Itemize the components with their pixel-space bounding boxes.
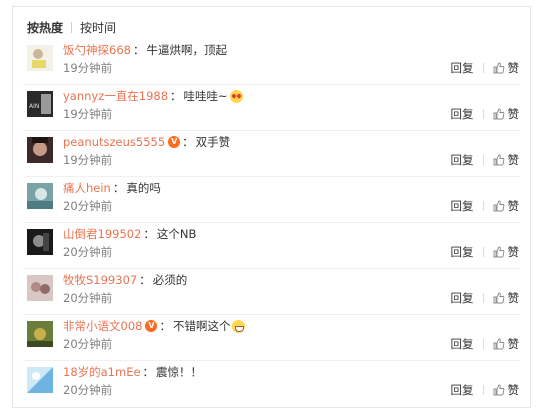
row-divider [23,176,520,177]
svg-text:AIN: AIN [29,103,39,110]
avatar[interactable]: AIN [27,91,53,117]
reply-button[interactable]: 回复 [451,198,474,214]
comment-item: 痛人hein ： 真的吗 20分钟前 回复 赞 [23,178,519,223]
comment-text: 哇哇哇~ [183,89,228,103]
like-button[interactable]: 赞 [493,152,520,168]
comment-time: 19分钟前 [63,61,113,75]
avatar[interactable] [27,275,53,301]
avatar[interactable] [27,367,53,393]
comment-time: 20分钟前 [63,199,113,213]
reply-button[interactable]: 回复 [451,152,474,168]
row-divider [23,84,520,85]
comment-time: 20分钟前 [63,337,113,351]
comment-text: 这个NB [156,227,197,241]
comment-time: 20分钟前 [63,291,113,305]
avatar[interactable] [27,137,53,163]
thumbs-up-icon [493,200,504,212]
comment-actions: 回复 赞 [451,290,520,306]
sort-by-time[interactable]: 按时间 [80,19,116,36]
comment-actions: 回复 赞 [451,244,520,260]
comment-time: 20分钟前 [63,383,113,397]
comment-actions: 回复 赞 [451,60,520,76]
thumbs-up-icon [493,154,504,166]
comment-item: 山倒君199502 ： 这个NB 20分钟前 回复 赞 [23,224,519,269]
comment-item: 非常小语文008 ： 不错啊这个 20分钟前 回复 赞 [23,316,519,361]
thumbs-up-icon [493,62,504,74]
like-button[interactable]: 赞 [493,60,520,76]
comment-actions: 回复 赞 [451,382,520,398]
username-link[interactable]: peanutszeus5555 [63,134,165,150]
thumbs-up-icon [493,246,504,258]
thumbs-up-icon [493,108,504,120]
like-button[interactable]: 赞 [493,198,520,214]
row-divider [23,222,520,223]
comment-text: 震惊！！ [156,365,203,379]
like-button[interactable]: 赞 [493,244,520,260]
comment-text: 不错啊这个 [172,319,231,333]
comment-actions: 回复 赞 [451,198,520,214]
like-button[interactable]: 赞 [493,382,520,398]
comment-text: 双手赞 [195,135,231,149]
thumbs-up-icon [493,384,504,396]
comment-time: 19分钟前 [63,153,113,167]
comment-actions: 回复 赞 [451,152,520,168]
like-label: 赞 [507,61,520,75]
username-link[interactable]: 痛人hein [63,180,111,196]
username-link[interactable]: 非常小语文008 [63,318,142,334]
comment-actions: 回复 赞 [451,336,520,352]
reply-button[interactable]: 回复 [451,382,474,398]
like-label: 赞 [507,245,520,259]
row-divider [23,360,520,361]
like-button[interactable]: 赞 [493,106,520,122]
username-link[interactable]: 饭勺神探668 [63,42,131,58]
like-button[interactable]: 赞 [493,290,520,306]
like-label: 赞 [507,337,520,351]
comment-text: 必须的 [152,273,188,287]
username-link[interactable]: 牧牧S199307 [63,272,137,288]
reply-button[interactable]: 回复 [451,336,474,352]
verified-badge-icon [168,136,181,148]
heart-eyes-emoji-icon [229,89,243,103]
comment-item: 牧牧S199307 ： 必须的 20分钟前 回复 赞 [23,270,519,315]
sort-divider [71,21,73,33]
comment-text: 牛逼烘啊，顶起 [146,43,227,57]
grin-emoji-icon [232,319,246,333]
username-link[interactable]: 18岁的a1mEe [63,364,141,380]
comment-item: peanutszeus5555 ： 双手赞 19分钟前 回复 赞 [23,132,519,177]
like-label: 赞 [507,153,520,167]
row-divider [23,314,520,315]
reply-button[interactable]: 回复 [451,60,474,76]
avatar[interactable] [27,45,53,71]
like-label: 赞 [507,107,520,121]
row-divider [23,130,520,131]
verified-badge-icon [145,320,158,332]
username-link[interactable]: yannyz一直在1988 [63,88,168,104]
comment-panel: 按热度 按时间 饭勺神探668 ： 牛逼烘啊，顶起 19分钟前 回复 赞 AIN… [12,6,531,408]
avatar[interactable] [27,321,53,347]
comment-item: 饭勺神探668 ： 牛逼烘啊，顶起 19分钟前 回复 赞 [23,40,519,85]
thumbs-up-icon [493,338,504,350]
like-label: 赞 [507,199,520,213]
comment-item: AIN yannyz一直在1988 ： 哇哇哇~ 19分钟前 回复 赞 [27,88,520,122]
reply-button[interactable]: 回复 [451,106,474,122]
sort-bar: 按热度 按时间 [27,19,116,35]
comment-time: 20分钟前 [63,245,113,259]
avatar[interactable] [27,183,53,209]
like-label: 赞 [507,383,520,397]
reply-button[interactable]: 回复 [451,244,474,260]
comment-text: 真的吗 [126,181,161,195]
comment-time: 19分钟前 [63,107,113,121]
row-divider [23,268,520,269]
like-button[interactable]: 赞 [493,336,520,352]
comment-item: 18岁的a1mEe ： 震惊！！ 20分钟前 回复 赞 [23,362,519,407]
like-label: 赞 [507,291,520,305]
sort-by-hot[interactable]: 按热度 [27,19,63,36]
username-link[interactable]: 山倒君199502 [63,226,141,242]
thumbs-up-icon [493,292,504,304]
reply-button[interactable]: 回复 [451,290,474,306]
comment-actions: 回复 赞 [451,106,520,122]
avatar[interactable] [27,229,53,255]
